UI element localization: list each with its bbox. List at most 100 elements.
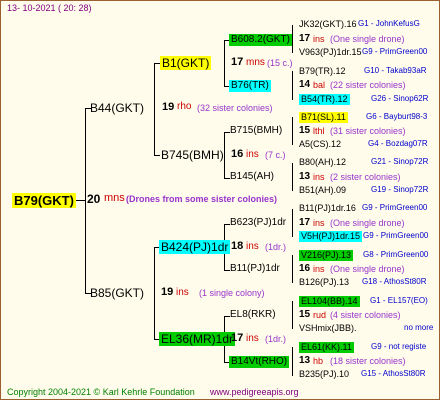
connector-line (224, 132, 225, 178)
queen-unit-gen3: ins (313, 218, 325, 228)
queen-node-root[interactable]: B79(GKT) (12, 193, 76, 208)
queen-node-gen2[interactable]: B1(GKT) (160, 56, 212, 70)
queen-unit-gen2: ins (246, 149, 259, 160)
queen-unit-gen3: lthl (313, 126, 325, 136)
website-link[interactable]: www.pedigreeapis.org (210, 388, 299, 397)
queen-unit-gen3: hb (313, 356, 324, 366)
queen-note-gen3: (31 sister colonies) (330, 126, 406, 136)
queen-unit-root: mns (104, 192, 125, 204)
queen-year-gen3: 16 (299, 263, 311, 274)
queen-unit-gen3: ins (313, 264, 325, 274)
queen-node-gen4[interactable]: B11(PJ)1dr.16 (299, 204, 356, 213)
queen-unit-gen1: ins (176, 287, 189, 298)
queen-info-gen4: G6 - Bayburt98-3 (366, 112, 428, 121)
queen-node-gen4[interactable]: B51(AH).09 (299, 186, 346, 195)
queen-info-gen4: G1 - JohnKefusG (358, 19, 420, 28)
queen-info-gen4: G26 - Sinop62R (371, 94, 429, 103)
connector-line (292, 301, 293, 329)
connector-line (292, 117, 293, 145)
queen-node-gen4[interactable]: V963(PJ)1dr.15 (299, 48, 362, 57)
queen-info-gen4: G18 - AthosSt80R (362, 277, 427, 286)
queen-info-gen4: G9 - not registe (371, 342, 427, 351)
copyright-text: Copyright 2004-2021 © Karl Kehrle Founda… (7, 387, 195, 397)
queen-node-gen3[interactable]: B14Vt(RHO) (229, 356, 290, 368)
queen-node-gen3[interactable]: B623(PJ)1dr (230, 218, 286, 228)
queen-node-gen4[interactable]: B71(SL).11 (299, 112, 348, 123)
queen-unit-gen3: bal (313, 80, 326, 90)
queen-node-gen1[interactable]: B85(GKT) (90, 287, 144, 299)
queen-note-root: (Drones from some sister colonies) (126, 194, 278, 204)
queen-node-gen3[interactable]: B76(TR) (229, 80, 271, 92)
queen-node-gen1[interactable]: B44(GKT) (90, 102, 144, 114)
queen-note-gen2: (15 c.) (267, 58, 293, 68)
queen-node-gen4[interactable]: V216(PJ).13 (299, 250, 354, 261)
queen-year-gen2: 17 (231, 56, 244, 68)
queen-note-gen2: (7 c.) (265, 150, 286, 160)
queen-info-gen4: G1 - EL157(EO) (370, 296, 428, 305)
queen-year-gen1: 19 (161, 286, 174, 298)
queen-year-gen3: 15 (299, 125, 311, 136)
queen-note-gen3: (22 sister colonies) (330, 80, 406, 90)
queen-year-gen1: 19 (162, 101, 175, 113)
generation-timestamp: 13- 10-2021 ( 20: 28) (7, 3, 92, 13)
queen-note-gen3: (One single drone) (330, 34, 405, 44)
queen-note-gen3: (One single drone) (330, 218, 405, 228)
queen-node-gen2[interactable]: B745(BMH) (161, 149, 224, 161)
queen-info-gen4: G10 - Takab93aR (364, 66, 427, 75)
queen-node-gen4[interactable]: JK32(GKT).16 (299, 20, 357, 29)
queen-node-gen4[interactable]: B126(PJ).13 (299, 278, 349, 287)
queen-node-gen4[interactable]: B79(TR).12 (299, 67, 346, 76)
queen-node-gen4[interactable]: V5H(PJ)1dr.15 (299, 231, 363, 242)
queen-info-gen4: G9 - PrimGreen00 (362, 47, 428, 56)
queen-info-gen4: G9 - PrimGreen00 (362, 203, 428, 212)
connector-line (292, 71, 293, 100)
queen-note-gen3: (4 sister colonies) (330, 310, 401, 320)
queen-info-gen4: G8 - PrimGreen00 (363, 250, 429, 259)
queen-node-gen2[interactable]: B424(PJ)1dr (159, 240, 231, 254)
queen-node-gen4[interactable]: EL61(KK).11 (299, 342, 354, 353)
connector-line (154, 247, 155, 339)
queen-node-gen4[interactable]: B235(PJ).10 (299, 370, 349, 379)
queen-info-gen4: no more (404, 323, 434, 332)
queen-node-gen3[interactable]: EL8(RKR) (230, 310, 276, 320)
connector-line (154, 155, 160, 156)
queen-year-root: 20 (87, 192, 101, 206)
queen-info-gen4: G19 - Sinop72R (371, 185, 429, 194)
connector-line (292, 25, 293, 53)
queen-node-gen4[interactable]: B54(TR).12 (299, 94, 350, 105)
queen-year-gen2: 16 (231, 148, 244, 160)
queen-note-gen3: (2 sister colonies) (330, 172, 401, 182)
queen-node-gen3[interactable]: B715(BMH) (230, 126, 282, 136)
queen-year-gen2: 17 (231, 332, 244, 344)
queen-year-gen3: 14 (299, 79, 311, 90)
queen-year-gen3: 15 (299, 309, 311, 320)
queen-note-gen1: (1 single colony) (199, 288, 265, 298)
queen-unit-gen3: ins (313, 34, 325, 44)
queen-node-gen4[interactable]: A5(CS).12 (299, 140, 341, 149)
queen-info-gen4: G9 - PrimGreen00 (363, 231, 429, 240)
pedigree-chart: 13- 10-2021 ( 20: 28) Copyright 2004-202… (0, 0, 440, 400)
queen-unit-gen1: rho (177, 101, 192, 112)
connector-line (85, 108, 86, 293)
queen-note-gen2: (1dr.) (265, 242, 287, 252)
queen-year-gen3: 13 (299, 355, 311, 366)
connector-line (224, 40, 225, 86)
queen-unit-gen2: ins (246, 333, 259, 344)
queen-node-gen2[interactable]: EL36(MR)1dr (159, 332, 236, 346)
queen-info-gen4: G15 - AthosSt80R (361, 369, 426, 378)
connector-line (292, 209, 293, 237)
queen-note-gen1: (32 sister colonies) (197, 103, 273, 113)
queen-info-gen4: G21 - Sinop72R (371, 157, 429, 166)
queen-unit-gen2: ins (246, 241, 259, 252)
queen-node-gen4[interactable]: B80(AH).12 (299, 158, 346, 167)
queen-info-gen4: G4 - Bozdag07R (368, 139, 428, 148)
queen-node-gen3[interactable]: B608.2(GKT) (229, 34, 292, 46)
connector-line (154, 63, 155, 155)
queen-node-gen3[interactable]: B11(PJ)1dr (230, 264, 280, 274)
queen-note-gen3: (One single drone) (330, 264, 405, 274)
queen-year-gen3: 13 (299, 171, 311, 182)
queen-unit-gen3: ins (313, 172, 325, 182)
queen-node-gen4[interactable]: EL104(BB).14 (299, 296, 360, 307)
queen-node-gen4[interactable]: VSHmix(JBB). (299, 324, 357, 333)
queen-node-gen3[interactable]: B145(AH) (230, 172, 274, 182)
